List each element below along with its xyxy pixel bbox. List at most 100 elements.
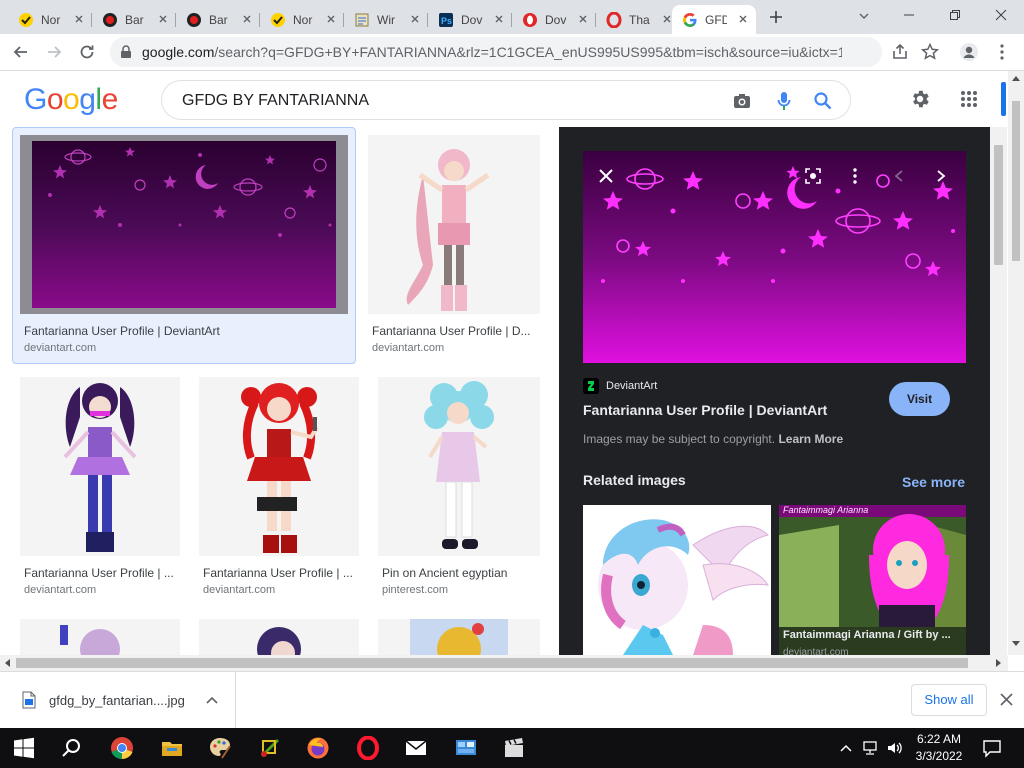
google-logo[interactable]: Google	[24, 83, 118, 117]
show-all-button[interactable]: Show all	[911, 684, 987, 716]
taskbar-clock[interactable]: 6:22 AM 3/3/2022	[910, 731, 968, 765]
bookmark-star-icon[interactable]	[920, 42, 940, 62]
result-card-1[interactable]: Fantarianna User Profile | DeviantArt de…	[20, 135, 348, 360]
result-thumbnail-character-red[interactable]	[199, 377, 359, 556]
result-card-2[interactable]: Fantarianna User Profile | D... devianta…	[368, 135, 540, 360]
tab-close-icon[interactable]	[240, 12, 254, 26]
next-image-icon[interactable]	[935, 169, 947, 183]
result-card-7[interactable]	[199, 619, 359, 655]
result-source[interactable]: deviantart.com	[24, 342, 96, 354]
scroll-left-icon[interactable]	[4, 659, 10, 667]
chevron-up-icon[interactable]	[206, 695, 218, 705]
tab-close-icon[interactable]	[72, 12, 86, 26]
restore-button[interactable]	[932, 0, 978, 30]
scroll-down-icon[interactable]	[1012, 641, 1020, 647]
result-card-6[interactable]	[20, 619, 180, 655]
page-scrollbar-thumb[interactable]	[1012, 101, 1020, 261]
volume-icon[interactable]	[886, 740, 904, 756]
gear-icon[interactable]	[909, 88, 931, 110]
chrome-icon[interactable]	[110, 736, 134, 760]
horizontal-scrollbar-thumb[interactable]	[16, 658, 968, 668]
related-caption[interactable]: Fantaimmagi Arianna / Gift by ...	[783, 629, 963, 641]
learn-more-link[interactable]: Learn More	[778, 432, 843, 446]
tab-wordpad[interactable]: Wir	[344, 5, 428, 34]
result-thumbnail-partial[interactable]	[20, 619, 180, 655]
preview-scrollbar[interactable]	[990, 127, 1007, 655]
result-caption[interactable]: Fantarianna User Profile | D...	[372, 324, 540, 338]
result-thumbnail-character-pink[interactable]	[368, 135, 540, 314]
horizontal-scrollbar[interactable]	[0, 655, 1008, 671]
result-caption[interactable]: Fantarianna User Profile | ...	[24, 566, 180, 580]
tab-google-active[interactable]: GFD	[672, 5, 756, 34]
snip-tool-icon[interactable]	[258, 736, 282, 760]
result-source[interactable]: pinterest.com	[382, 584, 448, 596]
result-thumbnail-galaxy[interactable]	[20, 135, 348, 314]
preview-source-site[interactable]: DeviantArt	[583, 377, 657, 395]
video-editor-icon[interactable]	[502, 736, 526, 760]
url-text[interactable]: google.com/search?q=GFDG+BY+FANTARIANNA&…	[142, 44, 842, 60]
scroll-up-icon[interactable]	[1012, 75, 1020, 81]
tab-close-icon[interactable]	[736, 12, 750, 26]
camera-search-icon[interactable]	[732, 91, 752, 111]
tab-opera[interactable]: Tha	[596, 5, 680, 34]
search-icon[interactable]	[60, 736, 84, 760]
result-thumbnail-partial[interactable]	[378, 619, 540, 655]
tab-photoshop[interactable]: Ps Dov	[428, 5, 512, 34]
result-caption[interactable]: Fantarianna User Profile | ...	[203, 566, 359, 580]
search-icon[interactable]	[813, 91, 833, 111]
forward-arrow-icon[interactable]	[44, 42, 64, 62]
visit-button[interactable]: Visit	[889, 382, 950, 416]
firefox-icon[interactable]	[306, 736, 330, 760]
result-caption[interactable]: Fantarianna User Profile | DeviantArt	[24, 324, 344, 338]
opera-icon[interactable]	[356, 736, 380, 760]
tab-bar-1[interactable]: Bar	[92, 5, 176, 34]
result-source[interactable]: deviantart.com	[24, 584, 96, 596]
related-image-1[interactable]	[583, 505, 771, 655]
result-source[interactable]: deviantart.com	[372, 342, 444, 354]
account-indicator[interactable]	[1001, 82, 1006, 116]
share-icon[interactable]	[890, 42, 910, 62]
close-download-bar-icon[interactable]	[1000, 693, 1013, 706]
lens-search-icon[interactable]	[804, 167, 822, 185]
tab-close-icon[interactable]	[156, 12, 170, 26]
notifications-icon[interactable]	[982, 738, 1002, 758]
tab-close-icon[interactable]	[492, 12, 506, 26]
tab-dov[interactable]: Dov	[512, 5, 596, 34]
preview-title[interactable]: Fantarianna User Profile | DeviantArt	[583, 402, 827, 418]
network-icon[interactable]	[862, 740, 880, 756]
preview-scrollbar-thumb[interactable]	[994, 145, 1003, 265]
minimize-button[interactable]	[886, 0, 932, 30]
result-source[interactable]: deviantart.com	[203, 584, 275, 596]
tab-norton-1[interactable]: Nor	[8, 5, 92, 34]
control-panel-icon[interactable]	[454, 736, 478, 760]
related-image-2[interactable]: Fantaimmagi Arianna Fantaimmagi Arianna …	[779, 505, 966, 655]
scroll-right-icon[interactable]	[996, 659, 1002, 667]
file-explorer-icon[interactable]	[160, 736, 184, 760]
result-thumbnail-character-purple[interactable]	[20, 377, 180, 556]
close-preview-icon[interactable]	[597, 167, 615, 185]
address-bar[interactable]: google.com/search?q=GFDG+BY+FANTARIANNA&…	[110, 37, 882, 67]
tab-bar-2[interactable]: Bar	[176, 5, 260, 34]
page-scrollbar[interactable]	[1008, 71, 1024, 655]
reload-icon[interactable]	[77, 42, 97, 62]
related-source[interactable]: deviantart.com	[783, 647, 849, 655]
search-input[interactable]: GFDG BY FANTARIANNA	[182, 92, 369, 110]
paint-palette-icon[interactable]	[208, 736, 232, 760]
tab-close-icon[interactable]	[408, 12, 422, 26]
result-caption[interactable]: Pin on Ancient egyptian	[382, 566, 540, 580]
preview-image-galaxy[interactable]	[583, 151, 966, 363]
lock-icon[interactable]	[120, 45, 132, 59]
microphone-icon[interactable]	[774, 91, 794, 111]
result-thumbnail-character-blue-hair[interactable]	[378, 377, 540, 556]
more-options-icon[interactable]	[851, 167, 859, 185]
chevron-up-icon[interactable]	[840, 744, 852, 752]
kebab-menu-icon[interactable]	[992, 42, 1012, 62]
tab-norton-2[interactable]: Nor	[260, 5, 344, 34]
profile-avatar-icon[interactable]	[959, 42, 979, 62]
result-card-3[interactable]: Fantarianna User Profile | ... deviantar…	[20, 377, 180, 602]
tab-close-icon[interactable]	[576, 12, 590, 26]
mail-icon[interactable]	[404, 736, 428, 760]
chevron-down-icon[interactable]	[857, 9, 871, 23]
windows-start-icon[interactable]	[12, 736, 36, 760]
result-card-5[interactable]: Pin on Ancient egyptian pinterest.com	[378, 377, 540, 602]
